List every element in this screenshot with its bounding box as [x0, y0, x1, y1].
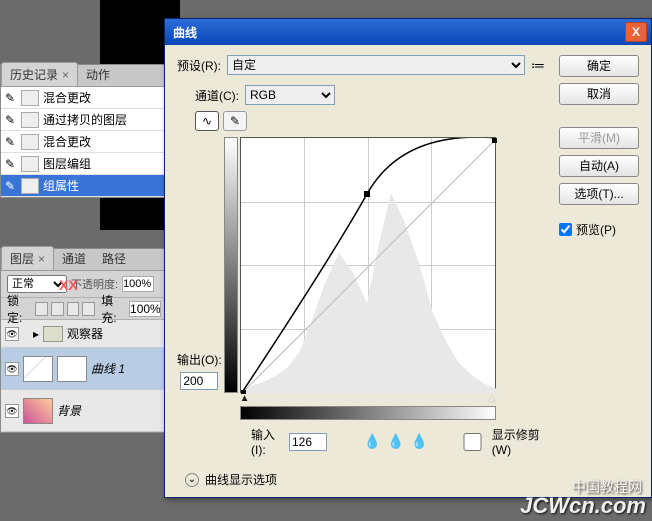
channel-select[interactable]: RGB: [245, 85, 335, 105]
tab-paths[interactable]: 路径: [94, 247, 134, 270]
brush-icon: ✎: [5, 113, 19, 127]
lock-pixels-icon[interactable]: [51, 302, 64, 316]
tab-layers[interactable]: 图层×: [1, 246, 54, 270]
preview-checkbox[interactable]: [559, 223, 572, 236]
curves-graph[interactable]: [240, 137, 496, 393]
layer-name: 观察器: [67, 325, 103, 342]
group-icon: [21, 156, 39, 172]
tab-channels[interactable]: 通道: [54, 247, 94, 270]
preset-menu-icon[interactable]: ≔: [531, 57, 547, 73]
fill-label: 填充:: [101, 292, 126, 326]
lock-row: 锁定: 填充:: [1, 298, 167, 320]
layers-panel: 图层× 通道 路径 XX 正常 不透明度: 锁定: 填充: 👁 ▸ 观察器 👁 …: [0, 248, 168, 433]
visibility-icon[interactable]: 👁: [5, 362, 19, 376]
black-slider-icon[interactable]: ▲: [240, 393, 250, 404]
layer-icon: [21, 134, 39, 150]
curve-point[interactable]: [364, 191, 370, 197]
opacity-label: 不透明度:: [71, 276, 118, 292]
preview-check[interactable]: 预览(P): [559, 221, 639, 238]
layer-row-bg[interactable]: 👁 背景: [1, 390, 167, 432]
brush-icon: ✎: [5, 157, 19, 171]
annotation-xx: XX: [59, 277, 78, 293]
curves-thumb-icon: [23, 356, 53, 382]
vertical-gradient: [224, 137, 238, 393]
visibility-icon[interactable]: 👁: [5, 404, 19, 418]
curve-display-options[interactable]: ⌄ 曲线显示选项: [185, 471, 547, 488]
tab-actions[interactable]: 动作: [78, 63, 118, 86]
layer-name: 曲线 1: [91, 360, 125, 377]
output-label: 输出(O):: [177, 351, 222, 368]
history-item[interactable]: ✎混合更改: [1, 131, 167, 153]
visibility-icon[interactable]: 👁: [5, 327, 19, 341]
history-item[interactable]: ✎通过拷贝的图层: [1, 109, 167, 131]
preset-label: 预设(R):: [177, 57, 221, 74]
brush-icon: ✎: [5, 179, 19, 193]
cancel-button[interactable]: 取消: [559, 83, 639, 105]
horizontal-gradient: [240, 406, 496, 420]
close-icon[interactable]: X: [625, 22, 647, 42]
smooth-button: 平滑(M): [559, 127, 639, 149]
curve-svg: [241, 138, 497, 394]
curve-tool-icon[interactable]: ∿: [195, 111, 219, 131]
blend-mode-select[interactable]: 正常: [7, 275, 67, 293]
history-item[interactable]: ✎图层编组: [1, 153, 167, 175]
output-input[interactable]: [180, 372, 218, 390]
histogram: [241, 193, 497, 394]
layer-row-curves[interactable]: 👁 曲线 1: [1, 348, 167, 390]
channel-label: 通道(C):: [195, 87, 239, 104]
white-dropper-icon[interactable]: 💧: [411, 433, 428, 451]
options-button[interactable]: 选项(T)...: [559, 183, 639, 205]
auto-button[interactable]: 自动(A): [559, 155, 639, 177]
lock-label: 锁定:: [7, 292, 32, 326]
lock-trans-icon[interactable]: [35, 302, 48, 316]
layer-name: 背景: [57, 402, 81, 419]
black-dropper-icon[interactable]: 💧: [364, 433, 381, 451]
tab-history[interactable]: 历史记录×: [1, 62, 78, 86]
preset-select[interactable]: 自定: [227, 55, 525, 75]
layers-tabs: 图层× 通道 路径: [1, 249, 167, 271]
curve-endpoint[interactable]: [492, 138, 497, 143]
group-icon: [21, 178, 39, 194]
clipping-checkbox[interactable]: [457, 433, 488, 451]
history-tabs: 历史记录× 动作: [1, 65, 167, 87]
layer-list: 👁 ▸ 观察器 👁 曲线 1 👁 背景: [1, 320, 167, 432]
mask-thumb-icon: [57, 356, 87, 382]
dialog-title: 曲线: [169, 24, 625, 41]
titlebar[interactable]: 曲线 X: [165, 19, 651, 45]
ok-button[interactable]: 确定: [559, 55, 639, 77]
image-thumb-icon: [23, 398, 53, 424]
watermark-en: JCWcn.com: [520, 493, 646, 519]
gray-dropper-icon[interactable]: 💧: [387, 433, 404, 451]
history-list: ✎混合更改 ✎通过拷贝的图层 ✎混合更改 ✎图层编组 ✎组属性: [1, 87, 167, 197]
layer-icon: [21, 90, 39, 106]
dialog-left: 预设(R): 自定 ≔ 通道(C): RGB ∿ ✎ 输出(O):: [177, 55, 547, 488]
dialog-right: 确定 取消 平滑(M) 自动(A) 选项(T)... 预览(P): [559, 55, 639, 488]
folder-icon: [43, 326, 63, 342]
brush-icon: ✎: [5, 91, 19, 105]
history-item[interactable]: ✎混合更改: [1, 87, 167, 109]
input-label: 输入(I):: [251, 426, 283, 457]
layer-icon: [21, 112, 39, 128]
curves-dialog: 曲线 X 预设(R): 自定 ≔ 通道(C): RGB ∿ ✎ 输出(O):: [164, 18, 652, 498]
history-panel: 历史记录× 动作 ✎混合更改 ✎通过拷贝的图层 ✎混合更改 ✎图层编组 ✎组属性: [0, 64, 168, 198]
curve-endpoint[interactable]: [241, 390, 246, 394]
input-input[interactable]: [289, 433, 327, 451]
fill-input[interactable]: [129, 301, 161, 317]
opacity-input[interactable]: [122, 276, 154, 292]
history-item-selected[interactable]: ✎组属性: [1, 175, 167, 197]
chevron-down-icon: ⌄: [185, 473, 199, 487]
brush-icon: ✎: [5, 135, 19, 149]
lock-all-icon[interactable]: [82, 302, 95, 316]
pencil-tool-icon[interactable]: ✎: [223, 111, 247, 131]
show-clipping-check[interactable]: 显示修剪(W): [457, 426, 547, 457]
white-slider-icon[interactable]: △: [488, 393, 496, 404]
lock-pos-icon[interactable]: [67, 302, 80, 316]
